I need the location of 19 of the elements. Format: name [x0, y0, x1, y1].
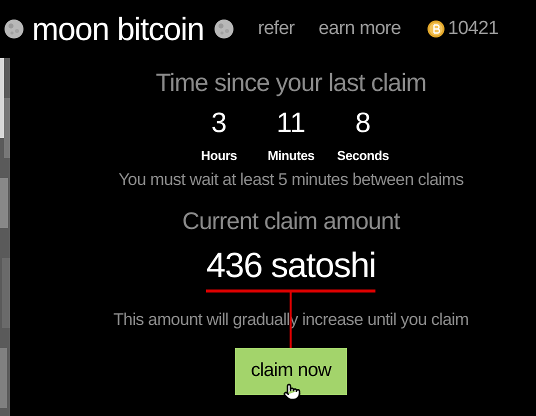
claim-title: Current claim amount [182, 206, 400, 236]
balance-amount: 10421 [448, 16, 498, 41]
site-title: moon bitcoin [32, 10, 204, 49]
timer-unit-label: Seconds [337, 147, 389, 165]
hand-cursor-icon [283, 382, 301, 402]
bitcoin-coin-icon [426, 20, 445, 38]
timer-value: 8 [355, 106, 371, 140]
nav-link[interactable]: earn more [318, 14, 401, 44]
claim-amount: 436 satoshi [206, 244, 376, 286]
moon-icon [214, 19, 234, 39]
timer-title: Time since your last claim [156, 68, 426, 99]
moon-icon [4, 19, 24, 39]
claim-now-button[interactable]: claim now [235, 348, 347, 394]
nav-link[interactable]: refer [258, 14, 295, 44]
timer-value: 11 [276, 106, 306, 140]
wait-note: You must wait at least 5 minutes between claims [118, 168, 464, 190]
timer-value: 3 [211, 106, 227, 140]
timer-unit-label: Minutes [268, 147, 314, 165]
timer-unit-label: Hours [201, 147, 237, 165]
